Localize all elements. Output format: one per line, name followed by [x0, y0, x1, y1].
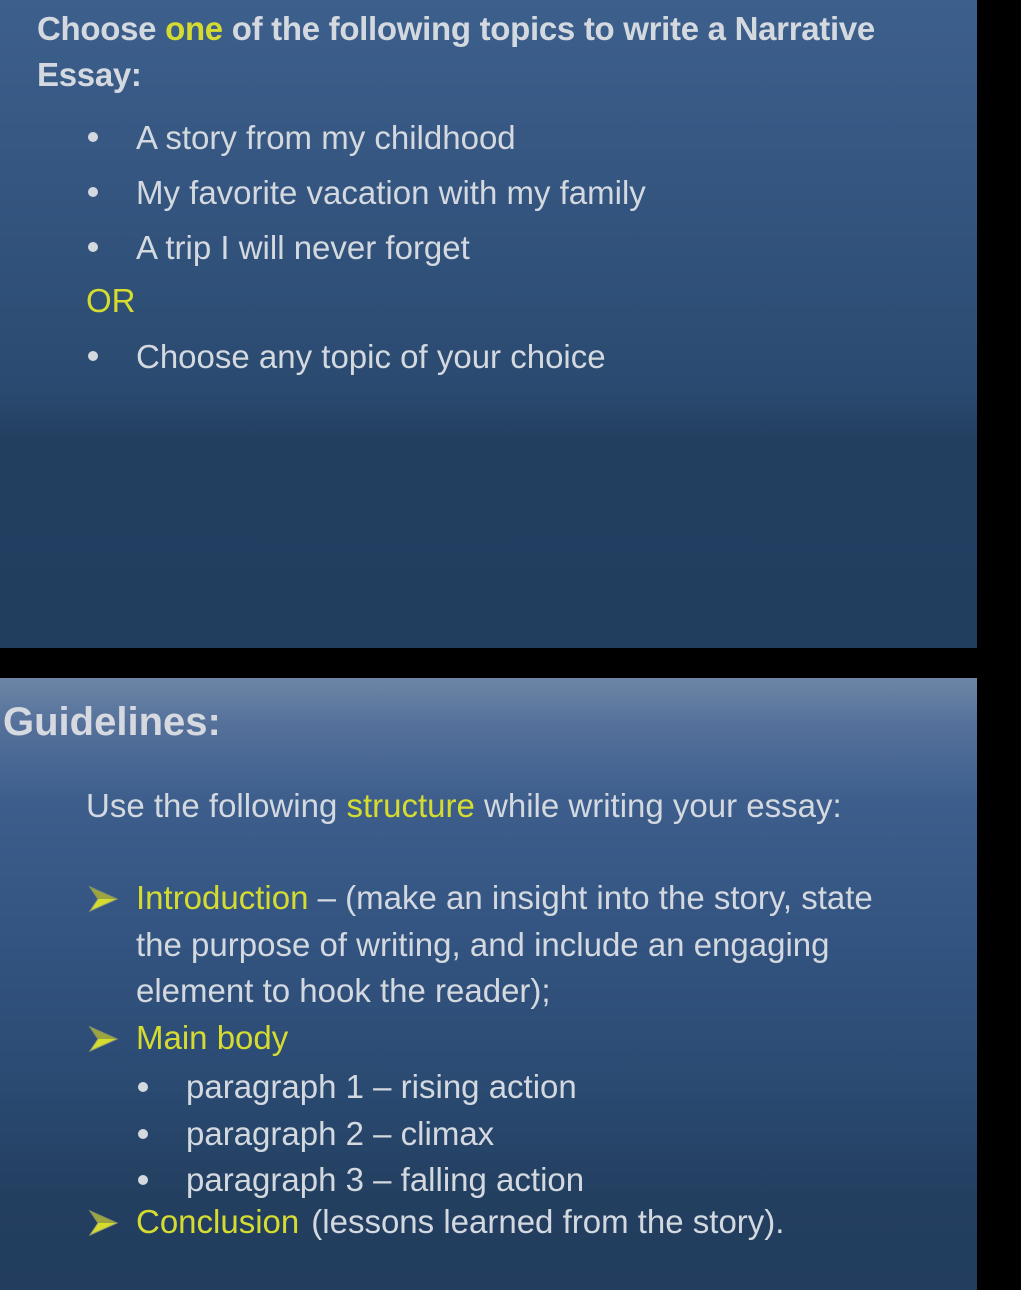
structure-list: Introduction – (make an insight into the…	[86, 875, 926, 1061]
paragraph-item: paragraph 1 – rising action	[136, 1064, 584, 1111]
bullet-dot-icon	[138, 1128, 148, 1139]
paragraph-text: paragraph 3 – falling action	[186, 1161, 585, 1198]
bullet-dot-icon	[88, 187, 98, 197]
bullet-dot-icon	[88, 242, 98, 252]
topic-text: A trip I will never forget	[136, 229, 470, 266]
structure-list-conclusion: Conclusion (lessons learned from the stor…	[86, 1199, 926, 1246]
structure-label: Conclusion	[136, 1203, 300, 1240]
structure-label: Main body	[136, 1018, 289, 1056]
prompt-text-before: Choose	[37, 10, 166, 47]
slide-topics: Choose one of the following topics to wr…	[0, 0, 977, 648]
paragraph-item: paragraph 2 – climax	[136, 1111, 584, 1158]
intro-text-after: while writing your essay:	[474, 787, 842, 824]
bullet-dot-icon	[88, 351, 98, 361]
arrowhead-icon	[88, 886, 118, 912]
bullet-dot-icon	[88, 132, 98, 142]
structure-label: Introduction	[136, 879, 309, 916]
topic-text: My favorite vacation with my family	[136, 174, 646, 211]
intro-highlight: structure	[346, 787, 475, 824]
arrowhead-icon	[88, 1210, 118, 1236]
main-body-paragraph-list: paragraph 1 – rising action paragraph 2 …	[136, 1064, 584, 1204]
or-label: OR	[86, 282, 136, 319]
bullet-dot-icon	[138, 1175, 148, 1185]
arrowhead-icon	[88, 1025, 118, 1052]
topic-text: Choose any topic of your choice	[136, 338, 606, 375]
slide-guidelines: Guidelines: Use the following structure …	[0, 678, 977, 1290]
paragraph-text: paragraph 1 – rising action	[186, 1068, 577, 1105]
prompt-highlight: one	[165, 10, 223, 47]
structure-item-introduction: Introduction – (make an insight into the…	[86, 875, 926, 1015]
topic-text: A story from my childhood	[136, 119, 516, 156]
structure-text: (lessons learned from the story).	[311, 1203, 785, 1240]
topic-prompt: Choose one of the following topics to wr…	[37, 6, 957, 98]
paragraph-text: paragraph 2 – climax	[186, 1114, 495, 1152]
structure-item-conclusion: Conclusion (lessons learned from the stor…	[86, 1199, 926, 1246]
guidelines-title: Guidelines:	[3, 700, 221, 744]
structure-intro: Use the following structure while writin…	[86, 783, 842, 829]
bullet-dot-icon	[138, 1082, 148, 1092]
structure-item-main-body: Main body	[86, 1015, 926, 1062]
paragraph-item: paragraph 3 – falling action	[136, 1157, 584, 1204]
intro-text-before: Use the following	[86, 787, 347, 824]
